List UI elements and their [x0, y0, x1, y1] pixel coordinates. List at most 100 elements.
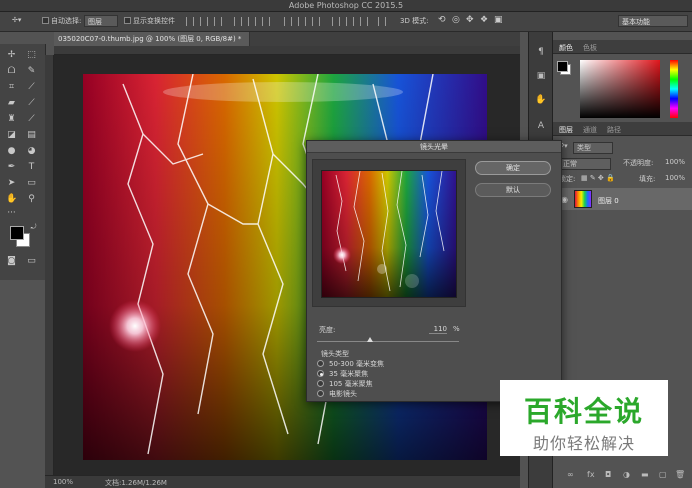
horizontal-ruler [54, 46, 520, 55]
blend-mode-dropdown[interactable]: 正常 [559, 158, 611, 170]
hue-slider[interactable] [670, 60, 678, 118]
eraser-icon[interactable]: ◪ [6, 130, 17, 141]
document-info: 文档:1.26M/1.26M [105, 479, 167, 487]
clone-stamp-icon[interactable]: ♜ [6, 114, 17, 125]
auto-align-icon[interactable] [378, 17, 386, 26]
link-layers-icon[interactable]: ∞ [567, 470, 574, 479]
delete-layer-icon[interactable]: 🗑 [675, 470, 685, 479]
move-icon[interactable]: ✢ [6, 50, 17, 61]
blur-icon[interactable]: ● [6, 146, 17, 157]
zoom-icon[interactable]: ⚲ [26, 194, 37, 205]
pen-icon[interactable]: ✒ [6, 162, 17, 173]
align-hcenter-icon[interactable] [248, 17, 256, 26]
add-mask-icon[interactable]: ◘ [605, 470, 611, 479]
document-tab[interactable]: 035020C07-0.thumb.jpg @ 100% (图层 0, RGB/… [54, 32, 250, 46]
lens-option-label: 35 毫米聚焦 [329, 370, 369, 378]
layer-name[interactable]: 图层 0 [598, 196, 619, 206]
kind-filter-dropdown[interactable]: 类型 [573, 142, 613, 154]
brightness-slider-thumb[interactable] [366, 337, 373, 342]
lens-radio-50-300[interactable] [317, 360, 324, 367]
marquee-icon[interactable]: ⬚ [26, 50, 37, 61]
lens-radio-105[interactable] [317, 380, 324, 387]
opacity-value[interactable]: 100% [665, 158, 685, 166]
workspace-dropdown[interactable]: 基本功能 [618, 15, 688, 27]
lens-radio-35[interactable] [317, 370, 324, 377]
flare-preview[interactable] [321, 170, 457, 298]
distribute-right-icon[interactable] [360, 17, 368, 26]
show-transform-checkbox[interactable]: 显示变换控件 [124, 16, 175, 26]
distribute-bottom-icon[interactable] [312, 17, 320, 26]
watermark-title: 百科全说 [523, 395, 644, 428]
fill-value[interactable]: 100% [665, 174, 685, 182]
brush-panel-icon[interactable]: ✋ [535, 94, 547, 106]
distribute-vcenter-icon[interactable] [298, 17, 306, 26]
auto-select-dropdown[interactable]: 图层 [84, 15, 118, 27]
3d-roll-icon[interactable]: ◎ [452, 15, 460, 25]
dialog-title: 镜头光晕 [307, 141, 561, 153]
character-panel-icon[interactable]: A [535, 120, 547, 132]
align-right-icon[interactable] [262, 17, 270, 26]
history-panel-icon[interactable]: ¶ [535, 46, 547, 58]
new-group-icon[interactable]: ▬ [641, 470, 649, 479]
mode-3d-label: 3D 模式: [400, 17, 429, 25]
tools-panel: ✢ ⬚ ᗝ ✎ ⌗ ⟋ ▰ ⟋ ♜ ⟋ ◪ ▤ ● ◕ ✒ T ➤ ▭ ✋ ⚲ … [0, 44, 46, 280]
reset-button[interactable]: 默认 [475, 183, 551, 197]
type-icon[interactable]: T [26, 162, 37, 173]
auto-select-checkbox[interactable]: 自动选择: [42, 16, 81, 26]
properties-panel-icon[interactable]: ▣ [535, 70, 547, 82]
lock-icons[interactable]: ▦ ✎ ✥ 🔒 [581, 174, 615, 182]
layers-footer: ∞ fx ◘ ◑ ▬ ▢ 🗑 [553, 470, 692, 484]
distribute-left-icon[interactable] [332, 17, 340, 26]
brightness-input[interactable]: 110 [429, 325, 447, 334]
quick-select-icon[interactable]: ✎ [26, 66, 37, 77]
crop-icon[interactable]: ⌗ [6, 82, 17, 93]
quick-mask-icon[interactable]: ◙ [6, 256, 17, 267]
more-tools-icon[interactable]: ··· [6, 208, 17, 219]
lasso-icon[interactable]: ᗝ [6, 66, 17, 77]
hand-icon[interactable]: ✋ [6, 194, 17, 205]
align-vcenter-icon[interactable] [200, 17, 208, 26]
tab-swatches[interactable]: 色板 [583, 43, 597, 53]
swap-colors-icon[interactable]: ⤾ [28, 222, 39, 233]
align-left-icon[interactable] [234, 17, 242, 26]
3d-rotate-icon[interactable]: ⟲ [438, 15, 446, 25]
lens-radio-movie[interactable] [317, 390, 324, 397]
align-top-icon[interactable] [186, 17, 194, 26]
dodge-icon[interactable]: ◕ [26, 146, 37, 157]
brightness-slider-track[interactable] [317, 341, 459, 342]
new-layer-icon[interactable]: ▢ [659, 470, 667, 479]
3d-slide-icon[interactable]: ❖ [480, 15, 488, 25]
title-bar: Adobe Photoshop CC 2015.5 [0, 0, 692, 12]
tab-layers[interactable]: 图层 [559, 125, 573, 135]
auto-select-label: 自动选择: [51, 17, 82, 25]
lens-option-label: 105 毫米聚焦 [329, 380, 373, 388]
screen-mode-icon[interactable]: ▭ [26, 256, 37, 267]
distribute-hcenter-icon[interactable] [346, 17, 354, 26]
tab-color[interactable]: 颜色 [559, 43, 573, 53]
tab-paths[interactable]: 路径 [607, 125, 621, 135]
gradient-icon[interactable]: ▤ [26, 130, 37, 141]
foreground-color-swatch[interactable] [10, 226, 24, 240]
3d-pan-icon[interactable]: ✥ [466, 15, 474, 25]
panel-fg-swatch[interactable] [557, 61, 568, 72]
rectangle-icon[interactable]: ▭ [26, 178, 37, 189]
path-select-icon[interactable]: ➤ [6, 178, 17, 189]
brightness-label: 亮度: [319, 326, 336, 334]
ok-button[interactable]: 确定 [475, 161, 551, 175]
brush-icon[interactable]: ⟋ [26, 98, 37, 109]
color-picker-field[interactable] [580, 60, 660, 118]
adjustment-layer-icon[interactable]: ◑ [623, 470, 630, 479]
zoom-readout[interactable]: 100% [53, 478, 73, 486]
tab-channels[interactable]: 通道 [583, 125, 597, 135]
3d-scale-icon[interactable]: ▣ [494, 15, 503, 25]
lens-type-label: 镜头类型 [321, 350, 349, 358]
align-bottom-icon[interactable] [214, 17, 222, 26]
distribute-top-icon[interactable] [284, 17, 292, 26]
move-tool-icon[interactable]: ✢▾ [12, 16, 21, 24]
history-brush-icon[interactable]: ⟋ [26, 114, 37, 125]
preview-frame [312, 159, 466, 307]
eyedropper-icon[interactable]: ⟋ [26, 82, 37, 93]
layer-visibility-icon[interactable]: ◉ [561, 195, 568, 204]
healing-brush-icon[interactable]: ▰ [6, 98, 17, 109]
fx-icon[interactable]: fx [587, 470, 595, 479]
